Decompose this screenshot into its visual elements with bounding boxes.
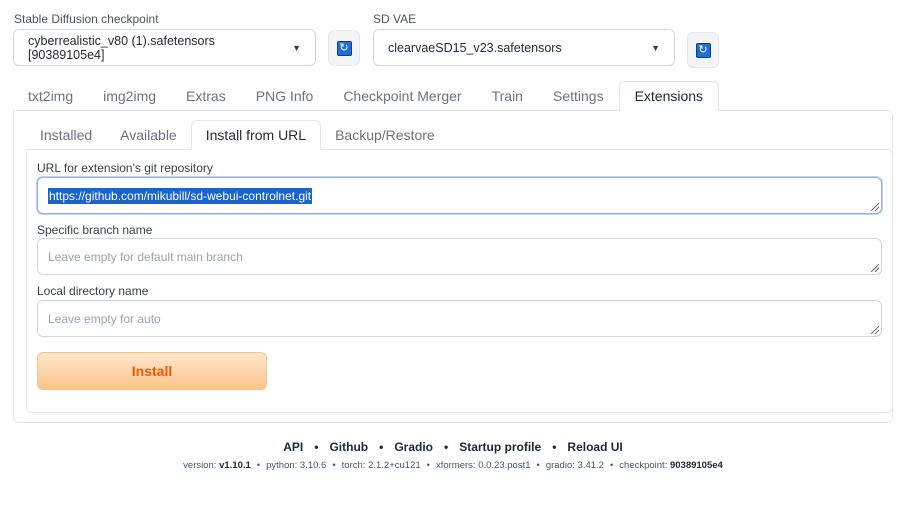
extension-subtabs: Installed Available Install from URL Bac… [26,120,449,150]
main-tabs: txt2img img2img Extras PNG Info Checkpoi… [13,81,720,111]
checkpoint-key: checkpoint: [619,460,668,471]
refresh-icon: ↻ [695,42,711,58]
branch-placeholder: Leave empty for default main branch [48,249,243,264]
python-key: python: [266,460,298,471]
footer-link-github[interactable]: Github [329,440,368,454]
footer-links: API • Github • Gradio • Startup profile • Reload… [283,440,623,454]
checkpoint-value: cyberrealistic_v80 (1).safetensors [9038… [28,33,215,62]
tab-img2img[interactable]: img2img [88,81,171,111]
footer-link-api[interactable]: API [283,440,303,454]
tab-checkpoint-merger[interactable]: Checkpoint Merger [328,81,476,111]
git-url-value: https://github.com/mikubill/sd-webui-con… [48,187,313,204]
vae-dropdown[interactable]: clearvaeSD15_v23.safetensors ▼ [373,29,675,66]
torch-key: torch: [341,460,366,471]
directory-label: Local directory name [37,284,149,298]
chevron-down-icon: ▼ [651,42,660,53]
subtab-installed[interactable]: Installed [26,120,106,150]
install-button[interactable]: Install [37,352,267,390]
footer-link-gradio[interactable]: Gradio [394,440,433,454]
checkpoint-label: Stable Diffusion checkpoint [14,12,159,26]
version-value: v1.10.1 [219,460,251,471]
tab-train[interactable]: Train [477,81,538,111]
gradio-key: gradio: [545,460,575,471]
gradio-value: 3.41.2 [577,460,604,471]
tab-settings[interactable]: Settings [538,81,619,111]
git-url-input[interactable]: https://github.com/mikubill/sd-webui-con… [37,177,882,214]
version-key: version: [183,460,217,471]
xformers-key: xformers: [435,460,476,471]
resize-handle-icon[interactable] [871,203,879,211]
chevron-down-icon: ▼ [292,42,301,53]
directory-name-input[interactable]: Leave empty for auto [37,300,882,337]
torch-value: 2.1.2+cu121 [368,460,421,471]
resize-handle-icon[interactable] [871,264,879,272]
checkpoint-dropdown[interactable]: cyberrealistic_v80 (1).safetensors [9038… [13,29,316,66]
refresh-icon: ↻ [336,40,352,56]
subtab-backup-restore[interactable]: Backup/Restore [321,120,449,150]
tab-extensions[interactable]: Extensions [618,81,720,111]
python-value: 3.10.6 [299,460,327,471]
resize-handle-icon[interactable] [871,326,879,334]
xformers-value: 0.0.23.post1 [478,460,531,471]
tab-txt2img[interactable]: txt2img [13,81,88,111]
checkpoint-hash-value: 90389105e4 [669,460,723,471]
vae-label: SD VAE [373,12,417,26]
version-info: version: v1.10.1 • python: 3.10.6 • torch: 2… [183,460,723,471]
subtab-install-from-url[interactable]: Install from URL [190,120,322,150]
refresh-checkpoint-button[interactable]: ↻ [328,30,360,66]
url-label: URL for extension's git repository [37,161,213,175]
branch-label: Specific branch name [37,223,153,237]
subtab-available[interactable]: Available [106,120,191,150]
footer-link-reload-ui[interactable]: Reload UI [567,440,622,454]
footer-link-startup-profile[interactable]: Startup profile [459,440,541,454]
tab-extras[interactable]: Extras [171,81,241,111]
directory-placeholder: Leave empty for auto [48,311,161,326]
refresh-vae-button[interactable]: ↻ [687,32,719,68]
branch-name-input[interactable]: Leave empty for default main branch [37,238,882,275]
vae-value: clearvaeSD15_v23.safetensors [388,40,562,55]
tab-png-info[interactable]: PNG Info [241,81,329,111]
